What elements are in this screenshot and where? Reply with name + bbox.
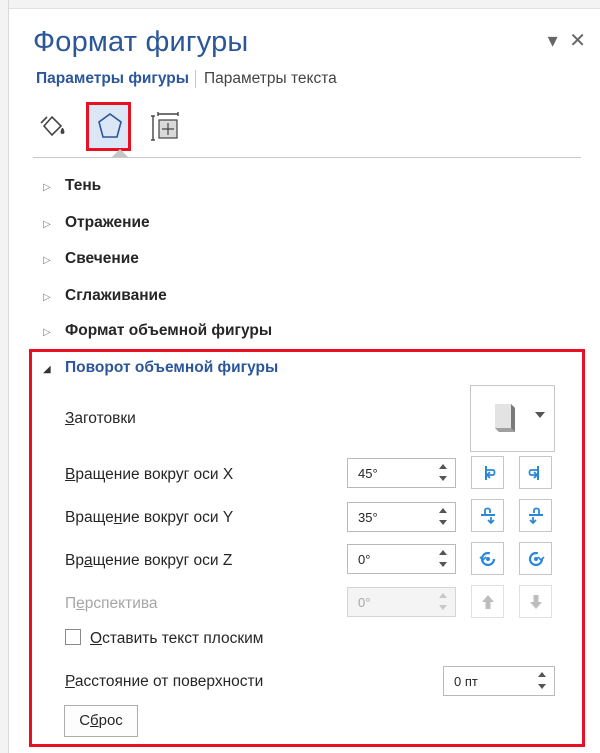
expand-icon: ▷: [43, 219, 51, 230]
narrow-perspective-button: [471, 585, 504, 618]
pane-controls: ▾ ✕: [542, 28, 586, 53]
divider: [33, 157, 581, 158]
fill-line-icon[interactable]: [38, 112, 68, 145]
distance-value: 0 пт: [454, 674, 478, 689]
spinner-arrows-icon[interactable]: [439, 508, 447, 526]
tab-separator: [195, 70, 197, 88]
y-rotation-label: Вращение вокруг оси Y: [65, 509, 234, 526]
cube-preset-icon: [491, 401, 517, 435]
section-glow[interactable]: ▷ Свечение: [43, 250, 139, 268]
section-label: Свечение: [65, 250, 139, 267]
section-label: Тень: [65, 177, 102, 194]
size-properties-icon[interactable]: [150, 112, 182, 149]
presets-label: Заготовки: [65, 410, 136, 427]
reset-button[interactable]: Сброс: [64, 705, 138, 737]
keep-text-flat-checkbox[interactable]: [65, 629, 81, 645]
perspective-value: 0°: [358, 595, 371, 610]
tab-text-options[interactable]: Параметры текста: [204, 70, 337, 87]
pane-title: Формат фигуры: [33, 26, 249, 58]
x-rotation-input[interactable]: 45°: [347, 458, 456, 488]
section-label: Поворот объемной фигуры: [65, 359, 279, 376]
rotate-left-x-button[interactable]: [471, 456, 504, 489]
chevron-down-icon: [535, 412, 545, 418]
section-label: Сглаживание: [65, 287, 167, 304]
rotate-counterclockwise-z-button[interactable]: [471, 542, 504, 575]
section-reflection[interactable]: ▷ Отражение: [43, 214, 150, 232]
spinner-arrows-icon[interactable]: [439, 464, 447, 482]
x-rotation-label: Вращение вокруг оси X: [65, 466, 234, 483]
x-rotation-value: 45°: [358, 466, 378, 481]
rotate-up-y-button[interactable]: [471, 499, 504, 532]
keep-text-flat-row[interactable]: Оставить текст плоским: [65, 629, 263, 648]
selected-tab-pointer: [112, 149, 128, 157]
spinner-arrows-icon: [439, 593, 447, 611]
widen-perspective-button: [519, 585, 552, 618]
z-rotation-label: Вращение вокруг оси Z: [65, 552, 233, 569]
expand-icon: ▷: [43, 327, 51, 338]
presets-dropdown[interactable]: [470, 385, 555, 452]
effects-pentagon-icon[interactable]: [86, 102, 131, 151]
expand-icon: ▷: [43, 255, 51, 266]
task-pane-options-icon[interactable]: ▾: [548, 30, 558, 52]
rotate-down-y-button[interactable]: [519, 499, 552, 532]
spinner-arrows-icon[interactable]: [538, 672, 546, 690]
window-top-edge: [0, 0, 600, 9]
y-rotation-input[interactable]: 35°: [347, 502, 456, 532]
perspective-input: 0°: [347, 587, 456, 617]
section-label: Отражение: [65, 214, 150, 231]
distance-input[interactable]: 0 пт: [443, 666, 555, 696]
expand-icon: ▷: [43, 182, 51, 193]
z-rotation-input[interactable]: 0°: [347, 544, 456, 574]
section-3d-format[interactable]: ▷ Формат объемной фигуры: [43, 322, 272, 340]
perspective-label: Перспектива: [65, 595, 158, 612]
y-rotation-value: 35°: [358, 510, 378, 525]
collapse-icon: ◢: [43, 364, 51, 375]
spinner-arrows-icon[interactable]: [439, 550, 447, 568]
section-soft-edges[interactable]: ▷ Сглаживание: [43, 287, 167, 305]
rotate-right-x-button[interactable]: [519, 456, 552, 489]
z-rotation-value: 0°: [358, 552, 371, 567]
distance-label: Расстояние от поверхности: [65, 673, 264, 690]
section-3d-rotation[interactable]: ◢ Поворот объемной фигуры: [43, 359, 278, 377]
expand-icon: ▷: [43, 292, 51, 303]
tab-shape-options[interactable]: Параметры фигуры: [36, 70, 189, 87]
window-left-edge: [0, 0, 9, 753]
pane-tabs: Параметры фигуры Параметры текста: [36, 70, 337, 88]
section-shadow[interactable]: ▷ Тень: [43, 177, 101, 195]
section-label: Формат объемной фигуры: [65, 322, 273, 339]
close-icon[interactable]: ✕: [569, 30, 586, 52]
rotate-clockwise-z-button[interactable]: [519, 542, 552, 575]
